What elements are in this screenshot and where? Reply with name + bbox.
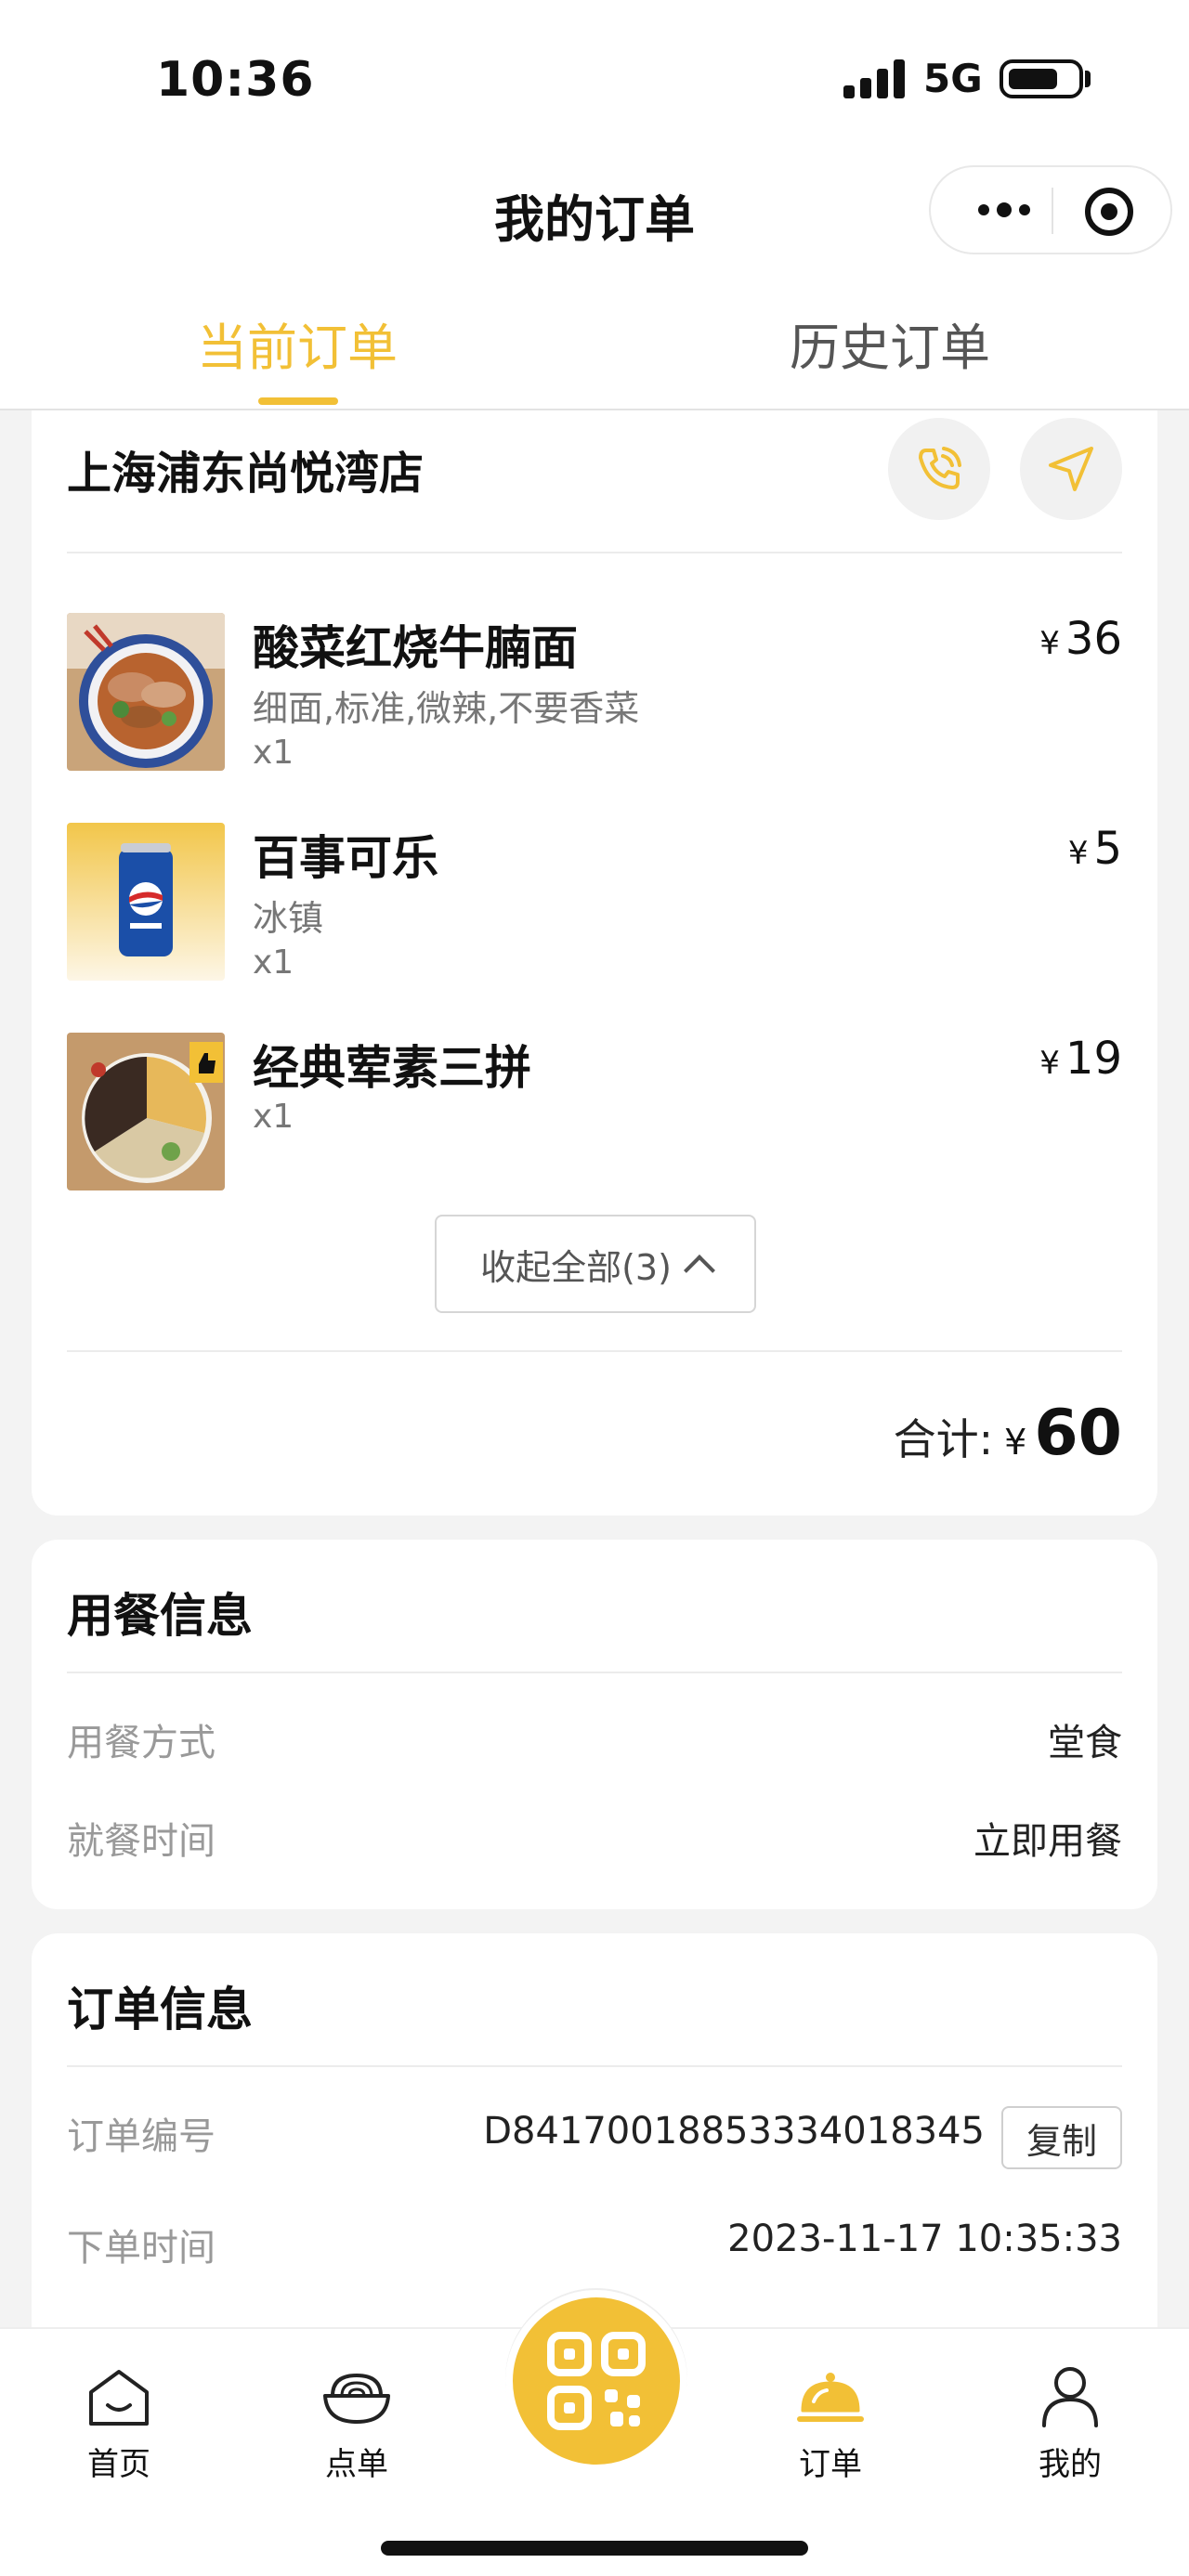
bowl-icon [323,2373,390,2424]
tab-history-orders[interactable]: 历史订单 [686,306,1094,380]
total-label: 合计: [893,1414,994,1464]
tabbar-label: 首页 [87,2446,150,2483]
capsule-divider [1052,188,1053,234]
dining-mode-value: 堂食 [1048,1722,1122,1764]
tab-current-orders[interactable]: 当前订单 [93,306,502,380]
battery-cap [1085,71,1091,87]
total-divider [67,1350,1122,1352]
total-currency: ¥ [1004,1422,1027,1463]
more-icon[interactable] [964,167,1044,253]
home-icon [89,2370,149,2426]
order-info-title: 订单信息 [67,1983,253,2036]
store-name: 上海浦东尚悦湾店 [67,448,425,500]
price-value: 19 [1065,1033,1122,1085]
network-type: 5G [923,56,983,101]
tabbar-item-profile[interactable]: 我的 [996,2348,1144,2487]
tabbar-item-menu[interactable]: 点单 [282,2348,431,2487]
dining-time-label: 就餐时间 [67,1820,216,1863]
item-qty: x1 [253,734,294,772]
collapse-label: 收起全部(3) [480,1246,672,1288]
item-name: 酸菜红烧牛腩面 [253,621,578,675]
phone-icon [919,447,961,489]
tab-active-indicator [258,397,338,405]
currency-symbol: ¥ [1067,835,1089,872]
collapse-items-button[interactable]: 收起全部(3) [435,1215,756,1313]
tabbar-item-home[interactable]: 首页 [45,2348,193,2487]
price-value: 5 [1093,823,1122,875]
order-number-label: 订单编号 [67,2115,216,2158]
order-time-label: 下单时间 [67,2227,216,2270]
item-price: ¥19 [1039,1033,1122,1085]
dining-time-value: 立即用餐 [973,1820,1122,1863]
close-target-icon[interactable] [1085,188,1133,236]
status-bar: 10:36 5G [0,0,1189,158]
item-price: ¥36 [1039,613,1122,665]
item-name: 经典荤素三拼 [253,1041,531,1095]
tabbar-label: 订单 [799,2446,862,2483]
dining-info-title: 用餐信息 [67,1589,253,1643]
total-value: 60 [1034,1397,1122,1470]
item-image-pepsi [67,823,225,981]
item-price: ¥5 [1068,823,1122,875]
dining-divider [67,1672,1122,1673]
item-image-platter [67,1033,225,1190]
order-tabs: 当前订单 历史订单 [0,297,1189,410]
order-info-divider [67,2065,1122,2067]
bottom-tab-bar: 首页 点单 订单 我的 [0,2290,1189,2576]
navigate-button[interactable] [1020,418,1122,520]
copy-order-number-button[interactable]: 复制 [1001,2106,1122,2169]
qr-code-icon [547,2332,646,2430]
tabbar-item-orders[interactable]: 订单 [756,2348,905,2487]
home-indicator [381,2541,808,2556]
tabbar-label: 我的 [1039,2446,1102,2483]
order-item: 酸菜红烧牛腩面 细面,标准,微辣,不要香菜 x1 ¥36 [67,613,1122,776]
top-area: 10:36 5G 我的订单 当前订单 历史订单 [0,0,1189,410]
price-value: 36 [1065,613,1122,665]
order-item: 百事可乐 冰镇 x1 ¥5 [67,823,1122,986]
item-qty: x1 [253,1098,294,1136]
item-name: 百事可乐 [253,831,438,885]
call-store-button[interactable] [888,418,990,520]
item-spec: 细面,标准,微辣,不要香菜 [253,688,640,729]
status-time: 10:36 [156,52,315,108]
scan-order-button[interactable] [505,2290,687,2472]
currency-symbol: ¥ [1039,1045,1060,1082]
item-qty: x1 [253,943,294,982]
navigation-arrow-icon [1049,447,1093,491]
store-divider [67,552,1122,553]
order-total: 合计: ¥ 60 [894,1397,1122,1470]
order-number-value: D84170018853334018345 [483,2110,985,2153]
tabbar-label: 点单 [325,2446,388,2483]
item-image-noodle [67,613,225,771]
dining-mode-label: 用餐方式 [67,1722,216,1764]
item-spec: 冰镇 [253,898,324,939]
cloche-icon [797,2373,864,2422]
user-icon [1042,2367,1098,2427]
order-item: 经典荤素三拼 x1 ¥19 [67,1033,1122,1196]
dining-info-card: 用餐信息 用餐方式 堂食 就餐时间 立即用餐 [32,1540,1157,1909]
mini-program-capsule [929,165,1172,254]
chevron-up-icon [683,1255,715,1286]
order-time-value: 2023-11-17 10:35:33 [727,2218,1122,2260]
battery-icon [1000,59,1083,98]
signal-icon [843,58,905,98]
currency-symbol: ¥ [1039,625,1060,662]
order-card: 上海浦东尚悦湾店 酸菜红烧牛腩面 细面,标准,微辣,不要香菜 x1 ¥ 36 百… [32,371,1157,1516]
